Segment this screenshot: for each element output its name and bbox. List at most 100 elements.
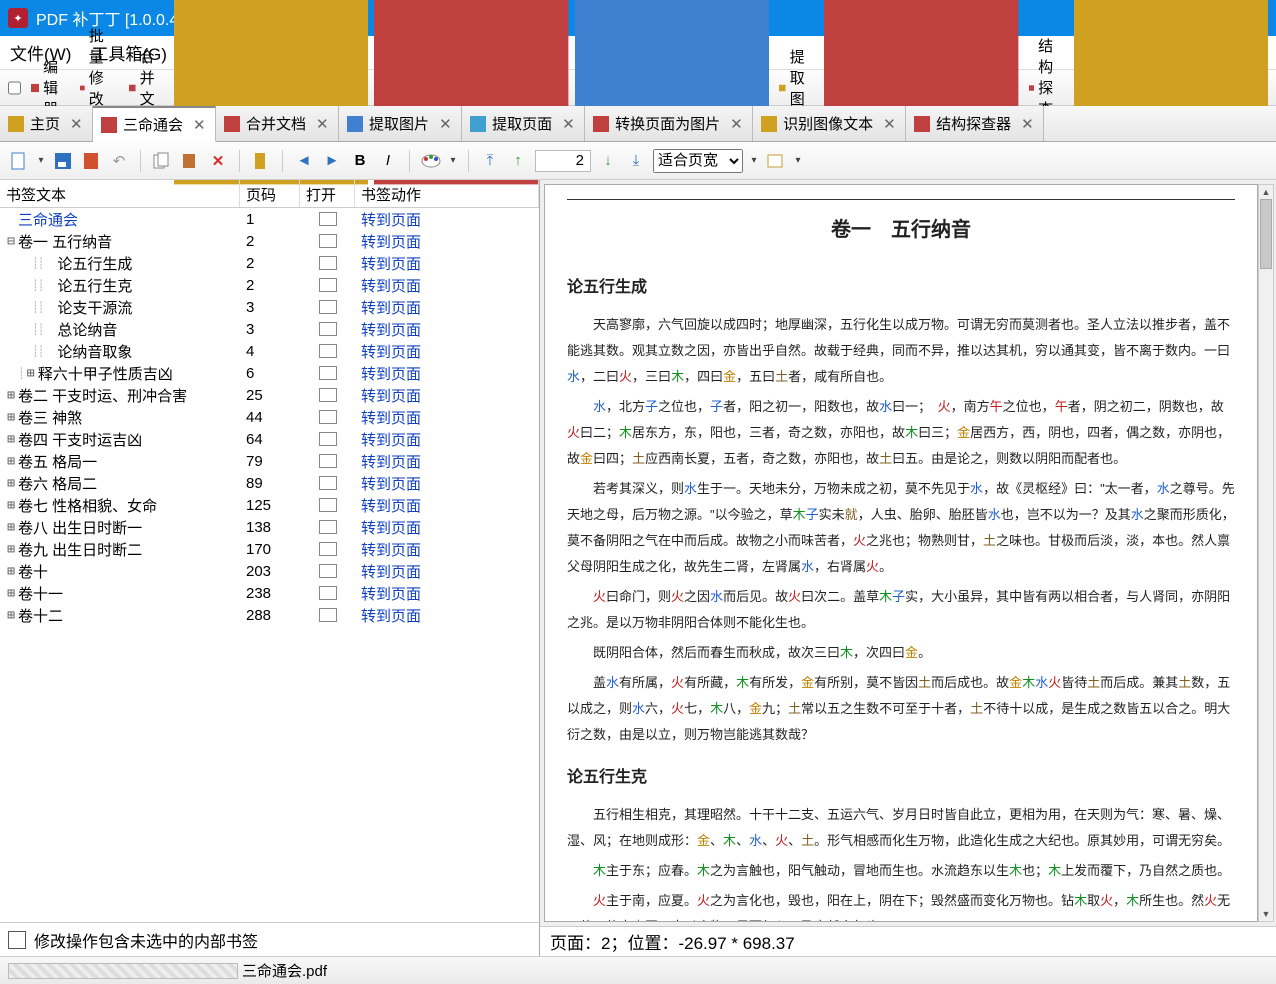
bookmark-row[interactable]: ┊ ┊ 论五行生成2转到页面 <box>0 252 539 274</box>
save-button[interactable] <box>52 150 74 172</box>
bookmark-action[interactable]: 转到页面 <box>355 275 421 296</box>
tab-结构探查器[interactable]: 结构探查器✕ <box>906 106 1044 141</box>
bookmark-action[interactable]: 转到页面 <box>355 253 421 274</box>
expand-icon[interactable]: ⊞ <box>4 388 18 403</box>
tab-三命通会[interactable]: 三命通会✕ <box>93 106 216 142</box>
next-button[interactable]: ► <box>321 150 343 172</box>
expand-icon[interactable] <box>43 300 57 315</box>
bookmark-action[interactable]: 转到页面 <box>355 429 421 450</box>
close-tab-icon[interactable]: ✕ <box>193 116 205 134</box>
bookmark-action[interactable]: 转到页面 <box>355 385 421 406</box>
open-checkbox[interactable] <box>319 300 337 314</box>
tab-合并文档[interactable]: 合并文档✕ <box>216 106 339 141</box>
bookmark-action[interactable]: 转到页面 <box>355 583 421 604</box>
tab-识别图像文本[interactable]: 识别图像文本✕ <box>753 106 906 141</box>
bookmark-row[interactable]: ┊ ┊ 论纳音取象4转到页面 <box>0 340 539 362</box>
close-tab-icon[interactable]: ✕ <box>439 115 451 133</box>
expand-icon[interactable] <box>43 278 57 293</box>
prev-button[interactable]: ◄ <box>293 150 315 172</box>
close-tab-icon[interactable]: ✕ <box>1021 115 1033 133</box>
paste-button[interactable] <box>179 150 201 172</box>
bookmark-button[interactable] <box>250 150 272 172</box>
expand-icon[interactable]: ⊞ <box>4 520 18 535</box>
next-page-button[interactable]: ↓ <box>597 150 619 172</box>
expand-icon[interactable] <box>43 344 57 359</box>
copy-button[interactable] <box>151 150 173 172</box>
expand-icon[interactable] <box>4 212 18 227</box>
open-checkbox[interactable] <box>319 586 337 600</box>
bookmark-row[interactable]: ⊞卷二 干支时运、刑冲合害25转到页面 <box>0 384 539 406</box>
open-checkbox[interactable] <box>319 564 337 578</box>
bookmark-row[interactable]: ⊞卷十203转到页面 <box>0 560 539 582</box>
bookmark-row[interactable]: ⊞卷十二288转到页面 <box>0 604 539 626</box>
color-dropdown[interactable]: ▾ <box>448 155 458 166</box>
zoom-dropdown[interactable]: ▾ <box>749 155 759 166</box>
bookmark-row[interactable]: ⊞卷八 出生日时断一138转到页面 <box>0 516 539 538</box>
bookmark-row[interactable]: ┊ ┊ 论五行生克2转到页面 <box>0 274 539 296</box>
open-checkbox[interactable] <box>319 278 337 292</box>
tab-提取页面[interactable]: 提取页面✕ <box>462 106 585 141</box>
zoom-select[interactable]: 适合页宽 <box>653 149 743 173</box>
open-checkbox[interactable] <box>319 476 337 490</box>
bookmark-action[interactable]: 转到页面 <box>355 473 421 494</box>
bookmark-row[interactable]: 三命通会1转到页面 <box>0 208 539 230</box>
new-dropdown[interactable]: ▾ <box>36 155 46 166</box>
bold-button[interactable]: B <box>349 150 371 172</box>
bookmark-row[interactable]: ⊞卷七 性格相貌、女命125转到页面 <box>0 494 539 516</box>
close-tab-icon[interactable]: ✕ <box>316 115 328 133</box>
scroll-up-icon[interactable]: ▲ <box>1259 185 1273 199</box>
bookmark-action[interactable]: 转到页面 <box>355 231 421 252</box>
col-page[interactable]: 页码 <box>240 180 300 207</box>
expand-icon[interactable] <box>43 322 57 337</box>
new-button[interactable] <box>8 150 30 172</box>
col-open[interactable]: 打开 <box>300 180 355 207</box>
bookmark-row[interactable]: ⊞卷六 格局二89转到页面 <box>0 472 539 494</box>
bookmark-row[interactable]: ⊞卷五 格局一79转到页面 <box>0 450 539 472</box>
vertical-scrollbar[interactable]: ▲ ▼ <box>1258 184 1274 922</box>
open-checkbox[interactable] <box>319 366 337 380</box>
bookmark-row[interactable]: ⊞卷九 出生日时断二170转到页面 <box>0 538 539 560</box>
bookmark-row[interactable]: ⊟卷一 五行纳音2转到页面 <box>0 230 539 252</box>
expand-icon[interactable]: ⊟ <box>4 234 18 249</box>
expand-icon[interactable]: ⊞ <box>4 608 18 623</box>
include-unselected-check[interactable]: 修改操作包含未选中的内部书签 <box>0 922 539 956</box>
expand-icon[interactable]: ⊞ <box>24 366 38 381</box>
expand-icon[interactable] <box>43 256 57 271</box>
close-tab-icon[interactable]: ✕ <box>883 115 895 133</box>
open-checkbox[interactable] <box>319 234 337 248</box>
open-checkbox[interactable] <box>319 520 337 534</box>
prev-page-button[interactable]: ↑ <box>507 150 529 172</box>
open-checkbox[interactable] <box>319 542 337 556</box>
color-button[interactable] <box>420 150 442 172</box>
expand-icon[interactable]: ⊞ <box>4 542 18 557</box>
close-tab-icon[interactable]: ✕ <box>562 115 574 133</box>
undo-button[interactable]: ↶ <box>108 150 130 172</box>
bookmark-action[interactable]: 转到页面 <box>355 297 421 318</box>
bookmark-row[interactable]: ⊞卷四 干支时运吉凶64转到页面 <box>0 428 539 450</box>
bookmark-tree[interactable]: 三命通会1转到页面⊟卷一 五行纳音2转到页面┊ ┊ 论五行生成2转到页面┊ ┊ … <box>0 208 539 922</box>
open-checkbox[interactable] <box>319 432 337 446</box>
open-checkbox[interactable] <box>319 322 337 336</box>
bookmark-action[interactable]: 转到页面 <box>355 319 421 340</box>
close-tab-icon[interactable]: ✕ <box>70 115 82 133</box>
bookmark-row[interactable]: ┊ ⊞释六十甲子性质吉凶6转到页面 <box>0 362 539 384</box>
page-number-input[interactable] <box>535 150 591 172</box>
last-page-button[interactable]: ⤓ <box>625 150 647 172</box>
open-checkbox[interactable] <box>319 256 337 270</box>
expand-icon[interactable]: ⊞ <box>4 498 18 513</box>
col-action[interactable]: 书签动作 <box>355 180 539 207</box>
open-checkbox[interactable] <box>319 212 337 226</box>
bookmark-action[interactable]: 转到页面 <box>355 407 421 428</box>
page-viewport[interactable]: 卷一 五行纳音 论五行生成 天高寥廓，六气回旋以成四时；地厚幽深，五行化生以成万… <box>540 180 1276 926</box>
open-checkbox[interactable] <box>319 410 337 424</box>
open-checkbox[interactable] <box>319 498 337 512</box>
bookmark-action[interactable]: 转到页面 <box>355 539 421 560</box>
first-page-button[interactable]: ⤒ <box>479 150 501 172</box>
bookmark-action[interactable]: 转到页面 <box>355 517 421 538</box>
open-checkbox[interactable] <box>319 344 337 358</box>
toolbar-checkbox[interactable] <box>8 81 21 95</box>
bookmark-row[interactable]: ┊ ┊ 论支干源流3转到页面 <box>0 296 539 318</box>
expand-icon[interactable]: ⊞ <box>4 564 18 579</box>
view-dropdown[interactable]: ▾ <box>793 155 803 166</box>
expand-icon[interactable]: ⊞ <box>4 476 18 491</box>
